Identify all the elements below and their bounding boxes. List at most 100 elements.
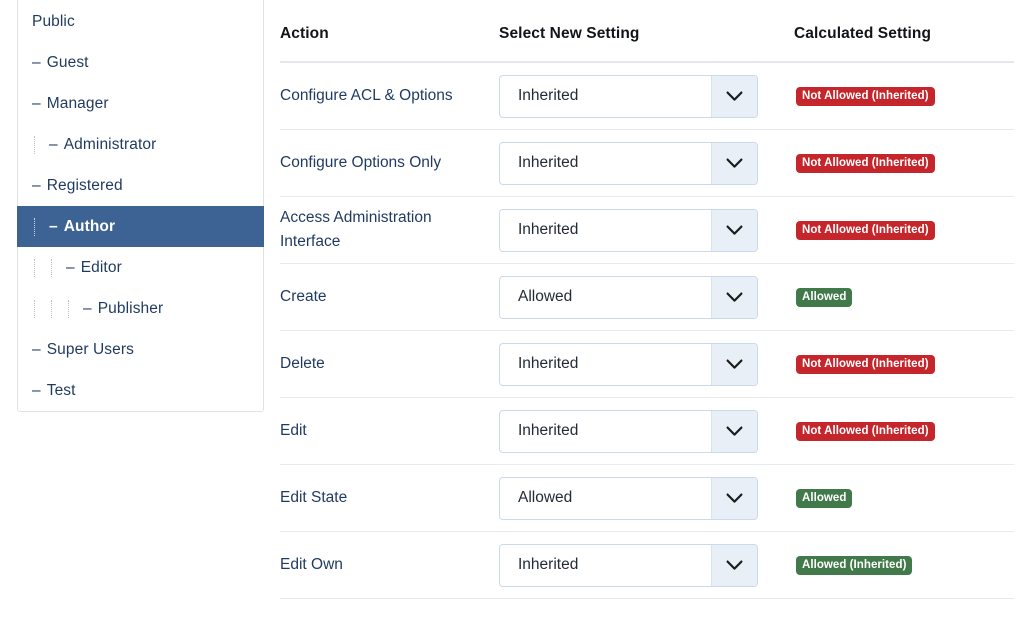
tree-dash-icon: –: [49, 217, 58, 235]
select-new-setting-cell: Inherited: [499, 208, 794, 252]
chevron-down-icon[interactable]: [711, 544, 757, 586]
permissions-page: Public – Guest – Manager – Administrator – Regis…: [0, 0, 1030, 617]
table-row: Delete Inherited Not Allowed (Inherited): [280, 331, 1014, 398]
sidebar-item-editor[interactable]: – Editor: [18, 247, 263, 288]
calculated-setting-cell: Not Allowed (Inherited): [794, 153, 1014, 173]
tree-guide-icon: [49, 258, 66, 278]
permission-select-value: Inherited: [518, 556, 579, 573]
tree-guide-icon: [32, 217, 49, 237]
action-name: Configure Options Only: [280, 154, 442, 171]
chevron-down-icon[interactable]: [711, 410, 757, 452]
permission-select[interactable]: Inherited: [499, 342, 758, 386]
chevron-down-icon[interactable]: [711, 276, 757, 318]
permissions-table: Action Select New Setting Calculated Set…: [280, 0, 1014, 599]
calculated-setting-cell: Allowed: [794, 287, 1014, 307]
tree-dash-icon: –: [32, 381, 41, 399]
sidebar-item-registered[interactable]: – Registered: [18, 165, 263, 206]
chevron-down-icon[interactable]: [711, 477, 757, 519]
permission-select[interactable]: Inherited: [499, 409, 758, 453]
sidebar-item-label: Public: [32, 12, 75, 30]
permission-select-value: Allowed: [518, 489, 573, 506]
permission-select[interactable]: Allowed: [499, 476, 758, 520]
chevron-down-icon[interactable]: [711, 142, 757, 184]
permission-select-value: Inherited: [518, 154, 579, 171]
sidebar-item-administrator[interactable]: – Administrator: [18, 124, 263, 165]
tree-dash-icon: –: [32, 94, 41, 112]
sidebar-item-label: Author: [63, 217, 116, 235]
calculated-setting-cell: Allowed (Inherited): [794, 555, 1014, 575]
status-badge: Not Allowed (Inherited): [796, 422, 935, 441]
permission-select[interactable]: Inherited: [499, 208, 758, 252]
permission-select-value: Inherited: [518, 221, 579, 238]
permission-select[interactable]: Inherited: [499, 543, 758, 587]
permission-select-value: Inherited: [518, 87, 579, 104]
tree-dash-icon: –: [32, 53, 41, 71]
column-header-calculated-setting: Calculated Setting: [794, 25, 932, 42]
sidebar-item-public[interactable]: Public: [18, 1, 263, 42]
table-row: Edit Own Inherited Allowed (Inherited): [280, 532, 1014, 599]
sidebar-item-publisher[interactable]: – Publisher: [18, 288, 263, 329]
action-name: Delete: [280, 355, 325, 372]
table-row: Edit State Allowed Allowed: [280, 465, 1014, 532]
action-name: Edit Own: [280, 556, 343, 573]
sidebar-item-label: Administrator: [63, 135, 157, 153]
sidebar-item-label: Guest: [46, 53, 89, 71]
tree-dash-icon: –: [83, 299, 92, 317]
action-name: Create: [280, 288, 327, 305]
table-header-row: Action Select New Setting Calculated Set…: [280, 0, 1014, 63]
tree-guide-icon: [32, 299, 49, 319]
chevron-down-icon[interactable]: [711, 209, 757, 251]
table-row: Configure ACL & Options Inherited Not Allo…: [280, 63, 1014, 130]
chevron-down-icon[interactable]: [711, 343, 757, 385]
select-new-setting-cell: Inherited: [499, 543, 794, 587]
column-header-select-new-setting: Select New Setting: [499, 25, 640, 42]
sidebar-item-label: Editor: [80, 258, 122, 276]
permission-select[interactable]: Inherited: [499, 141, 758, 185]
select-new-setting-cell: Allowed: [499, 275, 794, 319]
tree-dash-icon: –: [32, 176, 41, 194]
tree-guide-icon: [66, 299, 83, 319]
calculated-setting-cell: Allowed: [794, 488, 1014, 508]
table-row: Create Allowed Allowed: [280, 264, 1014, 331]
sidebar-item-author[interactable]: – Author: [17, 206, 264, 247]
status-badge: Not Allowed (Inherited): [796, 154, 935, 173]
tree-guide-icon: [32, 258, 49, 278]
select-new-setting-cell: Inherited: [499, 409, 794, 453]
tree-dash-icon: –: [32, 340, 41, 358]
sidebar-item-manager[interactable]: – Manager: [18, 83, 263, 124]
table-body: Configure ACL & Options Inherited Not Allo…: [280, 63, 1014, 599]
status-badge: Not Allowed (Inherited): [796, 355, 935, 374]
calculated-setting-cell: Not Allowed (Inherited): [794, 354, 1014, 374]
table-row: Access Administration Interface Inherited…: [280, 197, 1014, 264]
sidebar-item-super-users[interactable]: – Super Users: [18, 329, 263, 370]
table-row: Configure Options Only Inherited Not Allow…: [280, 130, 1014, 197]
sidebar-item-guest[interactable]: – Guest: [18, 42, 263, 83]
tree-dash-icon: –: [49, 135, 58, 153]
calculated-setting-cell: Not Allowed (Inherited): [794, 421, 1014, 441]
column-header-action: Action: [280, 25, 329, 42]
sidebar-item-label: Registered: [46, 176, 123, 194]
action-name: Access Administration Interface: [280, 209, 432, 250]
action-name: Edit State: [280, 489, 348, 506]
permission-select[interactable]: Inherited: [499, 74, 758, 118]
status-badge: Not Allowed (Inherited): [796, 221, 935, 240]
permission-select[interactable]: Allowed: [499, 275, 758, 319]
user-group-tree: Public – Guest – Manager – Administrator – Regis…: [17, 0, 264, 412]
sidebar-item-label: Manager: [46, 94, 109, 112]
status-badge: Not Allowed (Inherited): [796, 87, 935, 106]
sidebar-item-test[interactable]: – Test: [18, 370, 263, 411]
select-new-setting-cell: Inherited: [499, 141, 794, 185]
status-badge: Allowed: [796, 489, 853, 508]
tree-guide-icon: [32, 135, 49, 155]
tree-guide-icon: [49, 299, 66, 319]
status-badge: Allowed: [796, 288, 853, 307]
select-new-setting-cell: Inherited: [499, 342, 794, 386]
action-name: Configure ACL & Options: [280, 87, 453, 104]
permission-select-value: Inherited: [518, 355, 579, 372]
status-badge: Allowed (Inherited): [796, 556, 913, 575]
table-row: Edit Inherited Not Allowed (Inherited): [280, 398, 1014, 465]
calculated-setting-cell: Not Allowed (Inherited): [794, 220, 1014, 240]
tree-dash-icon: –: [66, 258, 75, 276]
sidebar-item-label: Publisher: [97, 299, 164, 317]
chevron-down-icon[interactable]: [711, 75, 757, 117]
